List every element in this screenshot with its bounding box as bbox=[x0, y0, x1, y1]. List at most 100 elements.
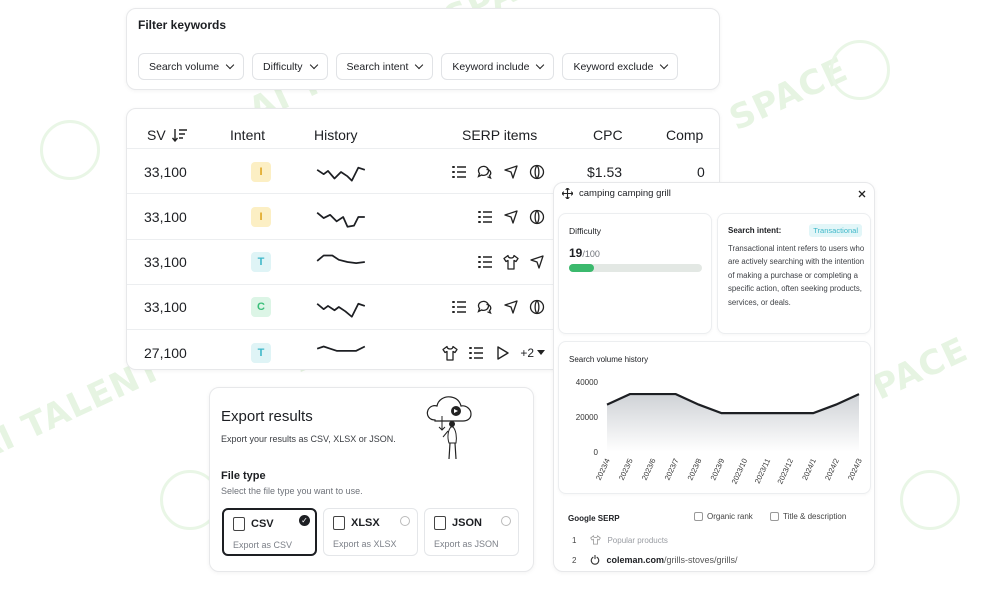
globe-icon[interactable] bbox=[529, 164, 545, 180]
check-icon: ✓ bbox=[299, 515, 310, 526]
share-icon[interactable] bbox=[529, 254, 545, 270]
share-icon[interactable] bbox=[503, 209, 519, 225]
x-tick-label: 2023/4 bbox=[594, 457, 612, 482]
file-icon bbox=[233, 517, 245, 531]
search-volume-chart: 40000 20000 02023/4 2023/5 2023/6 2023/7 2023/… bbox=[576, 378, 864, 485]
list-icon[interactable] bbox=[451, 299, 467, 315]
serp-items-cell bbox=[451, 149, 545, 194]
filter-keywords-panel: Filter keywords Search volume Difficulty… bbox=[126, 8, 720, 90]
serp-result-1: 1 Popular products bbox=[572, 535, 668, 545]
person-cloud-illustration bbox=[426, 396, 472, 460]
move-icon[interactable] bbox=[562, 188, 573, 199]
globe-icon[interactable] bbox=[529, 299, 545, 315]
x-tick-label: 2023/10 bbox=[730, 457, 750, 485]
play-icon[interactable] bbox=[494, 345, 510, 361]
file-type-csv[interactable]: CSV Export as CSV ✓ bbox=[222, 508, 317, 556]
x-tick-label: 2024/1 bbox=[800, 457, 818, 482]
filter-keyword-include[interactable]: Keyword include bbox=[441, 53, 555, 80]
sv-cell: 33,100 bbox=[144, 299, 187, 316]
y-tick-label: 20000 bbox=[576, 413, 599, 422]
list-icon[interactable] bbox=[468, 345, 484, 361]
comp-header: Comp bbox=[666, 127, 704, 143]
chevron-down-icon bbox=[660, 60, 669, 70]
chevron-down-icon bbox=[309, 60, 318, 70]
checkbox[interactable] bbox=[770, 512, 779, 521]
list-icon[interactable] bbox=[477, 254, 493, 270]
chat-icon[interactable] bbox=[477, 299, 493, 315]
export-title: Export results bbox=[221, 408, 313, 425]
intent-badge: I bbox=[251, 206, 271, 227]
shirt-icon[interactable] bbox=[442, 345, 458, 361]
serp-header: SERP items bbox=[462, 127, 538, 143]
serp-items-cell bbox=[477, 194, 545, 239]
serp-result-2[interactable]: 2 coleman.com/grills-stoves/grills/ bbox=[572, 555, 738, 565]
share-icon[interactable] bbox=[503, 299, 519, 315]
history-sparkline bbox=[316, 303, 366, 319]
file-icon bbox=[333, 516, 345, 530]
chevron-down-icon bbox=[225, 60, 235, 70]
x-tick-label: 2023/7 bbox=[663, 457, 681, 482]
intent-badge: T bbox=[251, 252, 271, 273]
file-type-json[interactable]: JSON Export as JSON bbox=[424, 508, 519, 556]
list-icon[interactable] bbox=[451, 164, 467, 180]
more-serp-items[interactable]: +2 bbox=[520, 346, 545, 360]
y-tick-label: 0 bbox=[594, 448, 599, 457]
history-title: Search volume history bbox=[569, 355, 649, 364]
history-header: History bbox=[314, 127, 358, 143]
organic-rank-option[interactable]: Organic rank bbox=[694, 512, 753, 521]
x-tick-label: 2024/2 bbox=[823, 457, 841, 482]
filter-search-volume[interactable]: Search volume bbox=[138, 53, 245, 80]
shirt-icon bbox=[590, 535, 602, 545]
detail-keyword: camping camping grill bbox=[579, 188, 671, 199]
export-subtitle: Export your results as CSV, XLSX or JSON… bbox=[221, 434, 396, 444]
radio-icon[interactable] bbox=[400, 516, 410, 526]
serp-title: Google SERP bbox=[568, 514, 620, 523]
sv-cell: 33,100 bbox=[144, 163, 187, 180]
serp-items-cell: +2 bbox=[442, 330, 545, 369]
x-tick-label: 2023/11 bbox=[753, 457, 772, 485]
intent-badge: Transactional bbox=[809, 224, 862, 237]
radio-icon[interactable] bbox=[501, 516, 511, 526]
file-type-hint: Select the file type you want to use. bbox=[221, 486, 363, 496]
x-tick-label: 2023/12 bbox=[775, 457, 795, 485]
share-icon[interactable] bbox=[503, 164, 519, 180]
file-type-label: File type bbox=[221, 470, 266, 482]
file-type-xlsx[interactable]: XLSX Export as XLSX bbox=[323, 508, 418, 556]
difficulty-card: Difficulty 19/100 bbox=[558, 213, 712, 334]
title-description-option[interactable]: Title & description bbox=[770, 512, 846, 521]
intent-badge: C bbox=[251, 297, 271, 318]
difficulty-score: 19/100 bbox=[569, 246, 600, 260]
filter-title: Filter keywords bbox=[138, 18, 227, 32]
shirt-icon[interactable] bbox=[503, 254, 519, 270]
sv-cell: 33,100 bbox=[144, 254, 187, 271]
chevron-down-icon bbox=[536, 60, 545, 70]
chevron-down-icon bbox=[415, 60, 424, 70]
sort-desc-icon bbox=[171, 129, 187, 142]
x-tick-label: 2023/8 bbox=[686, 457, 704, 482]
checkbox[interactable] bbox=[694, 512, 703, 521]
file-icon bbox=[434, 516, 446, 530]
search-intent-card: Search intent: Transactional Transaction… bbox=[717, 213, 871, 334]
serp-items-cell bbox=[451, 285, 545, 330]
filter-search-intent[interactable]: Search intent bbox=[335, 53, 434, 80]
sv-cell: 33,100 bbox=[144, 208, 187, 225]
list-icon[interactable] bbox=[477, 209, 493, 225]
globe-icon[interactable] bbox=[529, 209, 545, 225]
close-icon[interactable] bbox=[858, 190, 866, 198]
intent-badge: I bbox=[251, 161, 271, 182]
x-tick-label: 2024/3 bbox=[846, 457, 864, 482]
filter-keyword-exclude[interactable]: Keyword exclude bbox=[562, 53, 679, 80]
serp-items-cell bbox=[477, 240, 545, 285]
x-tick-label: 2023/9 bbox=[709, 457, 727, 482]
x-tick-label: 2023/5 bbox=[617, 457, 635, 482]
difficulty-bar bbox=[569, 264, 702, 272]
search-volume-history-card: Search volume history 40000 20000 0 2023/4 2… bbox=[558, 341, 871, 494]
intent-badge: T bbox=[251, 342, 271, 363]
chat-icon[interactable] bbox=[477, 164, 493, 180]
filter-difficulty[interactable]: Difficulty bbox=[252, 53, 328, 80]
history-sparkline bbox=[316, 345, 366, 352]
power-icon bbox=[591, 555, 600, 565]
keyword-detail-panel: camping camping grill Difficulty 19/100 … bbox=[553, 182, 875, 572]
sv-header[interactable]: SV bbox=[147, 127, 188, 143]
cpc-header: CPC bbox=[593, 127, 623, 143]
